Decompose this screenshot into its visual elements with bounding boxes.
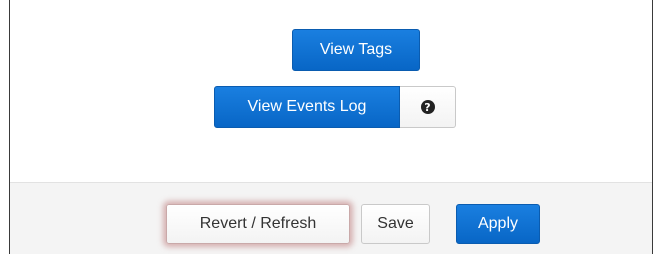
panel-content: View Tags View Events Log ? — [10, 0, 652, 182]
help-button[interactable]: ? — [400, 86, 456, 128]
settings-panel: View Tags View Events Log ? Revert / Ref… — [9, 0, 653, 254]
action-footer: Revert / Refresh Save Apply — [10, 182, 652, 254]
apply-button[interactable]: Apply — [456, 204, 540, 244]
question-circle-icon: ? — [420, 100, 435, 114]
events-log-button-group: View Events Log ? — [214, 86, 456, 128]
save-button[interactable]: Save — [361, 204, 430, 244]
revert-refresh-button[interactable]: Revert / Refresh — [166, 204, 350, 244]
view-events-log-button[interactable]: View Events Log — [214, 86, 400, 128]
view-tags-button[interactable]: View Tags — [292, 29, 420, 71]
